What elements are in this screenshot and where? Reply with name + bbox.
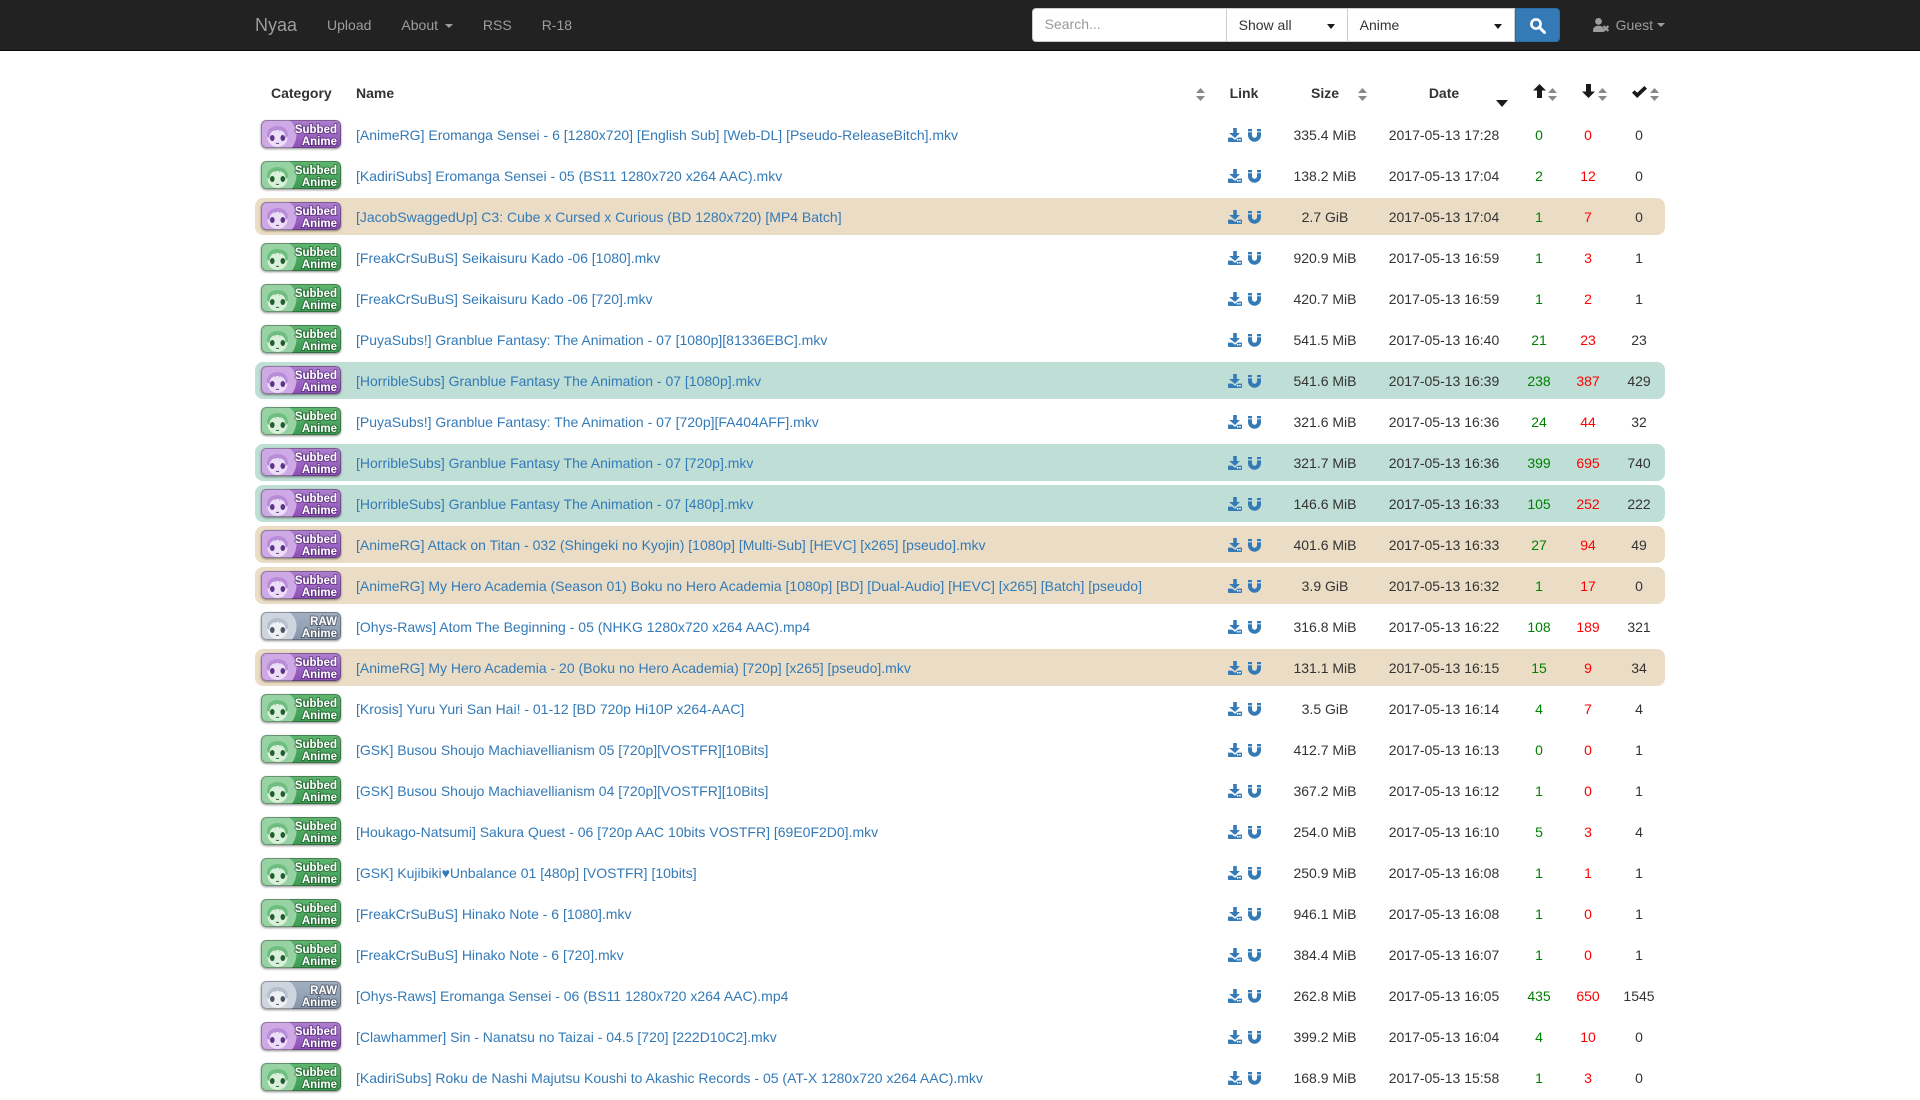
svg-text:Anime: Anime: [302, 833, 337, 845]
svg-text:Anime: Anime: [302, 300, 337, 312]
svg-text:Subbed: Subbed: [295, 575, 337, 587]
svg-text:Subbed: Subbed: [295, 493, 337, 505]
svg-text:Subbed: Subbed: [295, 165, 337, 177]
svg-text:Anime: Anime: [302, 997, 337, 1009]
svg-text:Subbed: Subbed: [295, 452, 337, 464]
svg-text:Subbed: Subbed: [295, 1067, 337, 1079]
svg-text:Subbed: Subbed: [295, 698, 337, 710]
svg-text:Anime: Anime: [302, 464, 337, 476]
svg-text:Anime: Anime: [302, 915, 337, 927]
svg-text:Subbed: Subbed: [295, 780, 337, 792]
svg-text:Subbed: Subbed: [295, 411, 337, 423]
svg-text:Anime: Anime: [302, 874, 337, 886]
svg-text:Anime: Anime: [302, 956, 337, 968]
svg-text:Anime: Anime: [302, 341, 337, 353]
svg-text:Subbed: Subbed: [295, 1026, 337, 1038]
svg-text:Subbed: Subbed: [295, 247, 337, 259]
svg-text:Anime: Anime: [302, 177, 337, 189]
svg-text:Subbed: Subbed: [295, 329, 337, 341]
svg-text:RAW: RAW: [310, 616, 337, 628]
svg-text:Subbed: Subbed: [295, 657, 337, 669]
svg-text:Subbed: Subbed: [295, 288, 337, 300]
svg-text:Anime: Anime: [302, 669, 337, 681]
svg-text:Anime: Anime: [302, 751, 337, 763]
svg-text:Anime: Anime: [302, 423, 337, 435]
svg-text:Anime: Anime: [302, 218, 337, 230]
svg-text:Anime: Anime: [302, 505, 337, 517]
svg-text:Subbed: Subbed: [295, 862, 337, 874]
svg-text:Anime: Anime: [302, 1079, 337, 1091]
svg-text:Anime: Anime: [302, 546, 337, 558]
svg-text:Subbed: Subbed: [295, 534, 337, 546]
svg-text:Anime: Anime: [302, 628, 337, 640]
svg-text:Anime: Anime: [302, 259, 337, 271]
svg-text:Anime: Anime: [302, 710, 337, 722]
svg-text:Anime: Anime: [302, 792, 337, 804]
svg-text:Subbed: Subbed: [295, 821, 337, 833]
svg-text:Anime: Anime: [302, 136, 337, 148]
svg-text:Subbed: Subbed: [295, 903, 337, 915]
svg-text:Subbed: Subbed: [295, 944, 337, 956]
svg-text:Anime: Anime: [302, 382, 337, 394]
svg-text:Anime: Anime: [302, 587, 337, 599]
svg-text:RAW: RAW: [310, 985, 337, 997]
svg-text:Subbed: Subbed: [295, 206, 337, 218]
svg-text:Subbed: Subbed: [295, 370, 337, 382]
svg-text:Subbed: Subbed: [295, 739, 337, 751]
svg-text:Anime: Anime: [302, 1038, 337, 1050]
svg-text:Subbed: Subbed: [295, 124, 337, 136]
